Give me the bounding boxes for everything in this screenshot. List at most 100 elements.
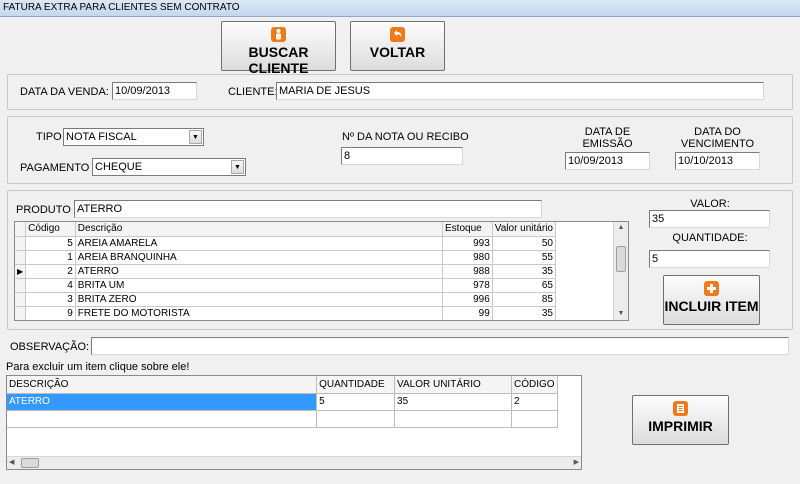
cell-estoque: 978	[442, 278, 493, 293]
scroll-down-icon[interactable]: ▼	[614, 308, 628, 320]
current-row-marker: ▶	[15, 264, 27, 279]
cell-estoque: 988	[442, 264, 493, 279]
cell-codigo: 5	[25, 236, 76, 251]
chevron-down-icon[interactable]: ▼	[189, 130, 202, 144]
row-header-corner	[15, 222, 27, 237]
table-row-empty[interactable]	[7, 410, 559, 428]
cell-quantidade: 5	[316, 393, 396, 411]
cell-estoque: 980	[442, 250, 493, 265]
plus-icon	[704, 281, 719, 296]
valor-field[interactable]: 35	[649, 210, 770, 228]
scroll-right-icon[interactable]: ▶	[574, 457, 579, 469]
cell-codigo: 9	[25, 306, 76, 320]
chevron-down-icon[interactable]: ▼	[231, 160, 244, 174]
cell-descricao: BRITA ZERO	[75, 292, 444, 307]
itens-grid[interactable]: DESCRIÇÃO QUANTIDADE VALOR UNITÁRIO CÓDI…	[6, 375, 582, 470]
produto-field[interactable]: ATERRO	[74, 200, 542, 218]
table-row[interactable]: 4 BRITA UM 978 65	[15, 278, 557, 293]
vencimento-label-2: VENCIMENTO	[680, 138, 755, 150]
row-marker	[15, 250, 27, 265]
horizontal-scrollbar[interactable]: ◀ ▶	[7, 456, 581, 469]
observacao-label: OBSERVAÇÃO:	[10, 341, 90, 353]
cliente-label: CLIENTE:	[228, 86, 278, 98]
cliente-field[interactable]: MARIA DE JESUS	[276, 82, 764, 100]
emissao-field[interactable]: 10/09/2013	[565, 152, 650, 170]
cell-valor: 50	[492, 236, 557, 251]
col-quantidade[interactable]: QUANTIDADE	[316, 376, 396, 394]
cell-codigo: 1	[25, 250, 76, 265]
table-row[interactable]: 9 FRETE DO MOTORISTA 99 35	[15, 306, 557, 320]
table-row[interactable]: 1 AREIA BRANQUINHA 980 55	[15, 250, 557, 265]
table-row[interactable]: 5 AREIA AMARELA 993 50	[15, 236, 557, 251]
tipo-value: NOTA FISCAL	[66, 131, 137, 143]
cell-valor: 85	[492, 292, 557, 307]
cell-empty	[316, 410, 396, 428]
pagamento-value: CHEQUE	[95, 161, 143, 173]
cell-estoque: 993	[442, 236, 493, 251]
data-venda-label: DATA DA VENDA:	[20, 86, 109, 98]
cell-empty	[7, 410, 318, 428]
quantidade-label: QUANTIDADE:	[672, 232, 748, 244]
document-icon	[673, 401, 688, 416]
buscar-cliente-label: BUSCAR CLIENTE	[248, 44, 309, 76]
quantidade-field[interactable]: 5	[649, 250, 770, 268]
col-codigo[interactable]: CÓDIGO	[511, 376, 559, 394]
scroll-thumb[interactable]	[21, 458, 39, 468]
cell-estoque: 99	[442, 306, 493, 320]
cell-descricao: FRETE DO MOTORISTA	[75, 306, 444, 320]
observacao-field[interactable]	[91, 337, 789, 355]
cell-descricao: ATERRO	[7, 393, 318, 411]
cell-empty	[394, 410, 512, 428]
col-codigo[interactable]: Código	[25, 222, 76, 237]
cell-empty	[511, 410, 559, 428]
cell-valor: 35	[492, 264, 557, 279]
pagamento-select[interactable]: CHEQUE ▼	[92, 158, 246, 176]
incluir-item-button[interactable]: INCLUIR ITEM	[663, 275, 760, 325]
col-valor-unitario[interactable]: VALOR UNITÁRIO	[394, 376, 512, 394]
vencimento-label-1: DATA DO	[694, 126, 741, 138]
buscar-cliente-button[interactable]: BUSCAR CLIENTE	[221, 21, 336, 76]
produto-grid[interactable]: Código Descrição Estoque Valor unitário …	[14, 221, 629, 321]
col-descricao[interactable]: DESCRIÇÃO	[7, 376, 318, 394]
col-valor-unitario[interactable]: Valor unitário	[492, 222, 557, 237]
window-title: FATURA EXTRA PARA CLIENTES SEM CONTRATO	[0, 0, 800, 17]
emissao-label-1: DATA DE	[584, 126, 631, 138]
scroll-up-icon[interactable]: ▲	[614, 222, 628, 234]
emissao-label-2: EMISSÃO	[582, 138, 633, 150]
undo-arrow-icon	[390, 27, 405, 42]
cell-descricao: ATERRO	[75, 264, 444, 279]
col-descricao[interactable]: Descrição	[75, 222, 444, 237]
data-venda-field[interactable]: 10/09/2013	[112, 82, 197, 100]
row-marker	[15, 292, 27, 307]
cell-valor: 35	[394, 393, 512, 411]
imprimir-button[interactable]: IMPRIMIR	[632, 395, 729, 445]
nota-label: Nº DA NOTA OU RECIBO	[342, 131, 469, 143]
excluir-hint: Para excluir um item clique sobre ele!	[6, 361, 190, 373]
tipo-label: TIPO	[36, 131, 62, 143]
vencimento-field[interactable]: 10/10/2013	[675, 152, 760, 170]
tipo-select[interactable]: NOTA FISCAL ▼	[63, 128, 204, 146]
row-marker	[15, 278, 27, 293]
vertical-scrollbar[interactable]: ▲ ▼	[613, 222, 628, 320]
cell-valor: 55	[492, 250, 557, 265]
voltar-button[interactable]: VOLTAR	[350, 21, 445, 71]
cell-descricao: AREIA AMARELA	[75, 236, 444, 251]
imprimir-label: IMPRIMIR	[648, 418, 713, 434]
cell-descricao: AREIA BRANQUINHA	[75, 250, 444, 265]
cell-valor: 35	[492, 306, 557, 320]
col-estoque[interactable]: Estoque	[442, 222, 493, 237]
table-row[interactable]: 3 BRITA ZERO 996 85	[15, 292, 557, 307]
nota-field[interactable]: 8	[341, 147, 463, 165]
produto-label: PRODUTO	[16, 204, 71, 216]
cell-codigo: 2	[511, 393, 559, 411]
table-row[interactable]: ▶ 2 ATERRO 988 35	[15, 264, 557, 279]
scroll-left-icon[interactable]: ◀	[9, 457, 14, 469]
person-icon	[271, 27, 286, 42]
cell-codigo: 4	[25, 278, 76, 293]
cell-descricao: BRITA UM	[75, 278, 444, 293]
valor-label: VALOR:	[690, 198, 730, 210]
table-row[interactable]: ATERRO 5 35 2	[7, 393, 559, 411]
scroll-thumb[interactable]	[616, 246, 626, 272]
incluir-item-label: INCLUIR ITEM	[664, 298, 759, 314]
voltar-label: VOLTAR	[369, 44, 426, 60]
